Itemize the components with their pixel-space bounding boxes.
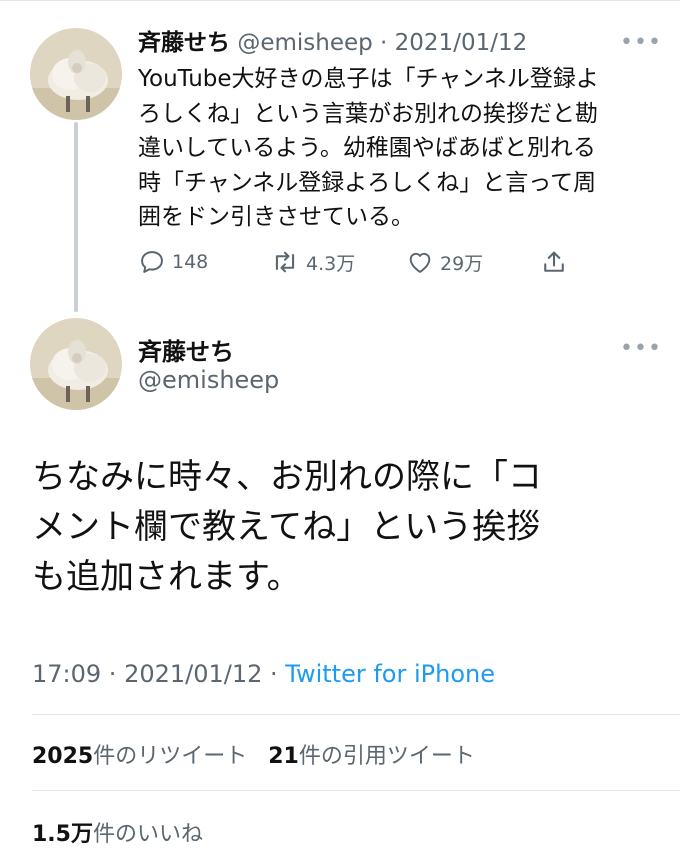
- quote-total: 21: [268, 744, 299, 769]
- like-label: 件のいいね: [92, 822, 203, 847]
- tweet1-line: 違いしているよう。幼稚園やばあばと別れる: [138, 135, 596, 161]
- tweet1-separator: ·: [372, 30, 395, 56]
- tweet1-line: 時「チャンネル登録よろしくね」と言って周: [138, 169, 597, 196]
- divider: [32, 790, 680, 791]
- heart-icon: [409, 252, 431, 273]
- timestamp-separator: ·: [262, 660, 286, 688]
- tweet1-text: YouTube大好きの息子は「チャンネル登録よ ろしくね」という言葉がお別れの挨…: [138, 62, 658, 235]
- retweet-button[interactable]: 4.3万: [270, 248, 355, 276]
- tweet2-date: 2021/01/12: [124, 660, 263, 688]
- more-options-icon[interactable]: •••: [620, 30, 662, 55]
- retweet-label: 件のリツイート: [93, 744, 248, 769]
- likes-stats-row: 1.5万件のいいね: [32, 816, 203, 848]
- timestamp-separator: ·: [101, 660, 125, 688]
- reply-button[interactable]: 148: [138, 248, 208, 276]
- tweet1-header: 斉藤せち @emisheep · 2021/01/12: [138, 28, 527, 58]
- tweet1-line: YouTube大好きの息子は「チャンネル登録よ: [138, 66, 599, 92]
- tweet1-date[interactable]: 2021/01/12: [395, 30, 528, 56]
- top-divider: [0, 0, 680, 1]
- quote-label: 件の引用ツイート: [298, 744, 475, 769]
- tweet2-display-name[interactable]: 斉藤せち: [138, 332, 234, 367]
- reply-count: 148: [172, 251, 209, 273]
- tweet2-time: 17:09: [32, 660, 102, 688]
- tweet1-display-name[interactable]: 斉藤せち: [138, 30, 230, 56]
- like-count: 29万: [440, 252, 484, 275]
- tweet1-action-bar: 148 4.3万 29万: [138, 248, 578, 280]
- share-icon: [544, 251, 564, 272]
- like-total: 1.5万: [32, 822, 93, 847]
- quote-tweets-link[interactable]: 21件の引用ツイート: [268, 744, 475, 769]
- tweet2-line: メント欄で教えてね」という挨拶: [32, 507, 541, 547]
- tweet2-text: ちなみに時々、お別れの際に「コ メント欄で教えてね」という挨拶 も追加されます。: [32, 452, 662, 602]
- tweet2-timestamp-line: 17:09 · 2021/01/12 · Twitter for iPhone: [32, 660, 495, 688]
- like-button[interactable]: 29万: [406, 248, 483, 276]
- sheep-avatar-icon: [30, 318, 122, 410]
- avatar[interactable]: [30, 28, 122, 120]
- more-options-icon[interactable]: •••: [620, 336, 662, 361]
- tweet1-line: 囲をドン引きさせている。: [138, 204, 414, 230]
- tweet2-line: も追加されます。: [32, 557, 301, 597]
- share-button[interactable]: [540, 248, 574, 276]
- tweet2-handle[interactable]: @emisheep: [138, 366, 279, 394]
- retweets-link[interactable]: 2025件のリツイート: [32, 744, 247, 769]
- reply-icon: [141, 251, 163, 273]
- tweet2-line: ちなみに時々、お別れの際に「コ: [32, 457, 542, 497]
- sheep-avatar-icon: [30, 28, 122, 120]
- tweet1-line: ろしくね」という言葉がお別れの挨拶だと勘: [138, 100, 598, 127]
- avatar[interactable]: [30, 318, 122, 410]
- retweet-total: 2025: [32, 744, 94, 769]
- tweet1-handle[interactable]: @emisheep: [237, 30, 372, 56]
- retweet-stats-row: 2025件のリツイート 21件の引用ツイート: [32, 738, 475, 770]
- tweet-source-link[interactable]: Twitter for iPhone: [285, 660, 495, 688]
- divider: [32, 714, 680, 715]
- retweet-icon: [275, 251, 295, 273]
- retweet-count: 4.3万: [306, 252, 356, 275]
- likes-link[interactable]: 1.5万件のいいね: [32, 822, 203, 847]
- thread-connector-line: [74, 122, 78, 312]
